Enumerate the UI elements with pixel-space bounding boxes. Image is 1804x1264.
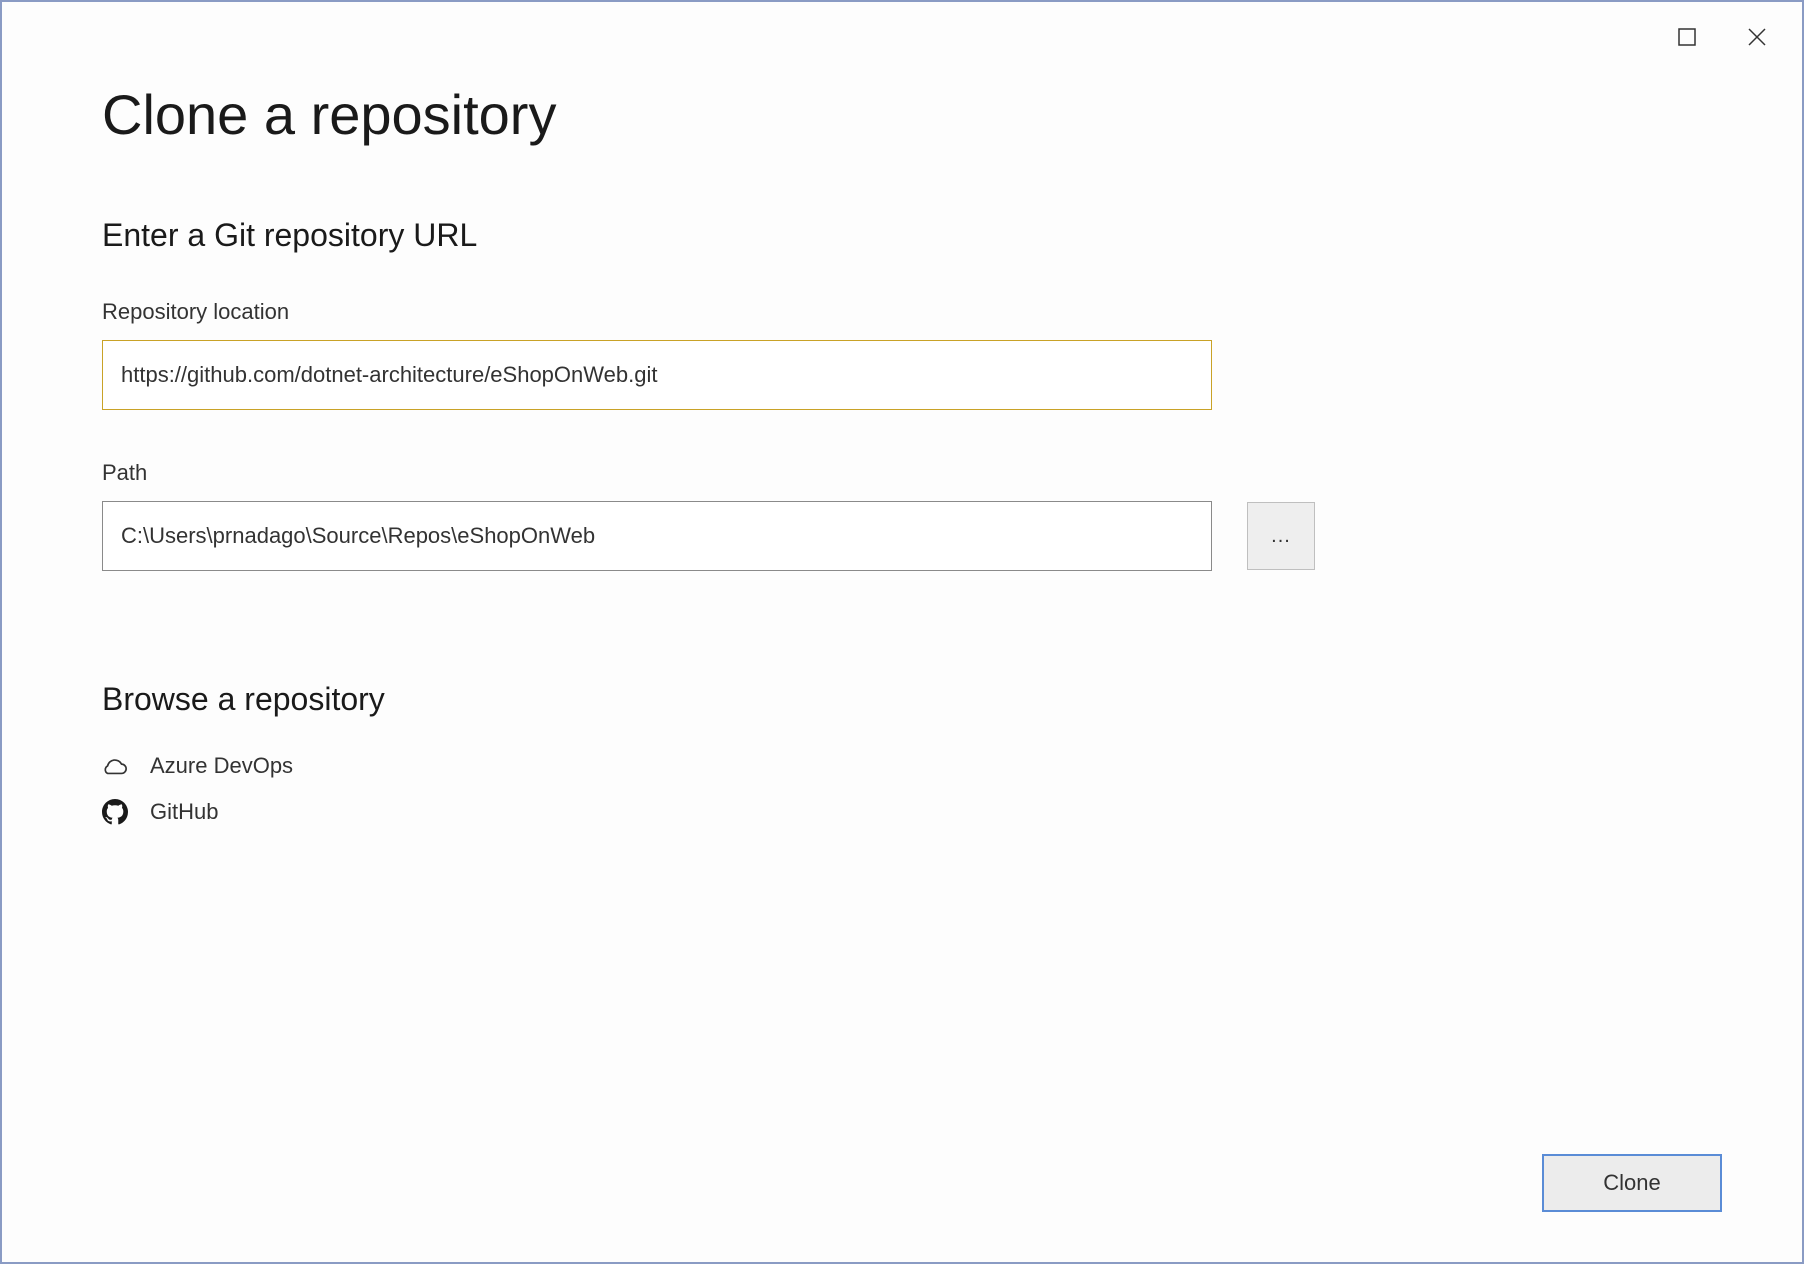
close-icon bbox=[1747, 27, 1767, 47]
provider-label: GitHub bbox=[150, 799, 218, 825]
provider-azure-devops[interactable]: Azure DevOps bbox=[102, 743, 1702, 789]
path-row: ... bbox=[102, 501, 1702, 571]
enter-url-heading: Enter a Git repository URL bbox=[102, 217, 1702, 254]
maximize-icon bbox=[1678, 28, 1696, 46]
clone-button[interactable]: Clone bbox=[1542, 1154, 1722, 1212]
repo-location-label: Repository location bbox=[102, 299, 1702, 325]
path-label: Path bbox=[102, 460, 1702, 486]
window-titlebar bbox=[1642, 2, 1802, 72]
cloud-icon bbox=[102, 753, 128, 779]
provider-github[interactable]: GitHub bbox=[102, 789, 1702, 835]
github-icon bbox=[102, 799, 128, 825]
clone-repository-dialog: Clone a repository Enter a Git repositor… bbox=[0, 0, 1804, 1264]
close-button[interactable] bbox=[1742, 22, 1772, 52]
repo-location-input[interactable] bbox=[102, 340, 1212, 410]
dialog-footer: Clone bbox=[1542, 1154, 1722, 1212]
path-group: Path ... bbox=[102, 460, 1702, 571]
path-input[interactable] bbox=[102, 501, 1212, 571]
browse-repository-section: Browse a repository Azure DevOps GitHub bbox=[102, 681, 1702, 835]
provider-label: Azure DevOps bbox=[150, 753, 293, 779]
maximize-button[interactable] bbox=[1672, 22, 1702, 52]
repo-location-group: Repository location bbox=[102, 299, 1702, 410]
page-title: Clone a repository bbox=[102, 82, 1702, 147]
browse-path-button[interactable]: ... bbox=[1247, 502, 1315, 570]
browse-repository-heading: Browse a repository bbox=[102, 681, 1702, 718]
dialog-content: Clone a repository Enter a Git repositor… bbox=[2, 2, 1802, 1262]
